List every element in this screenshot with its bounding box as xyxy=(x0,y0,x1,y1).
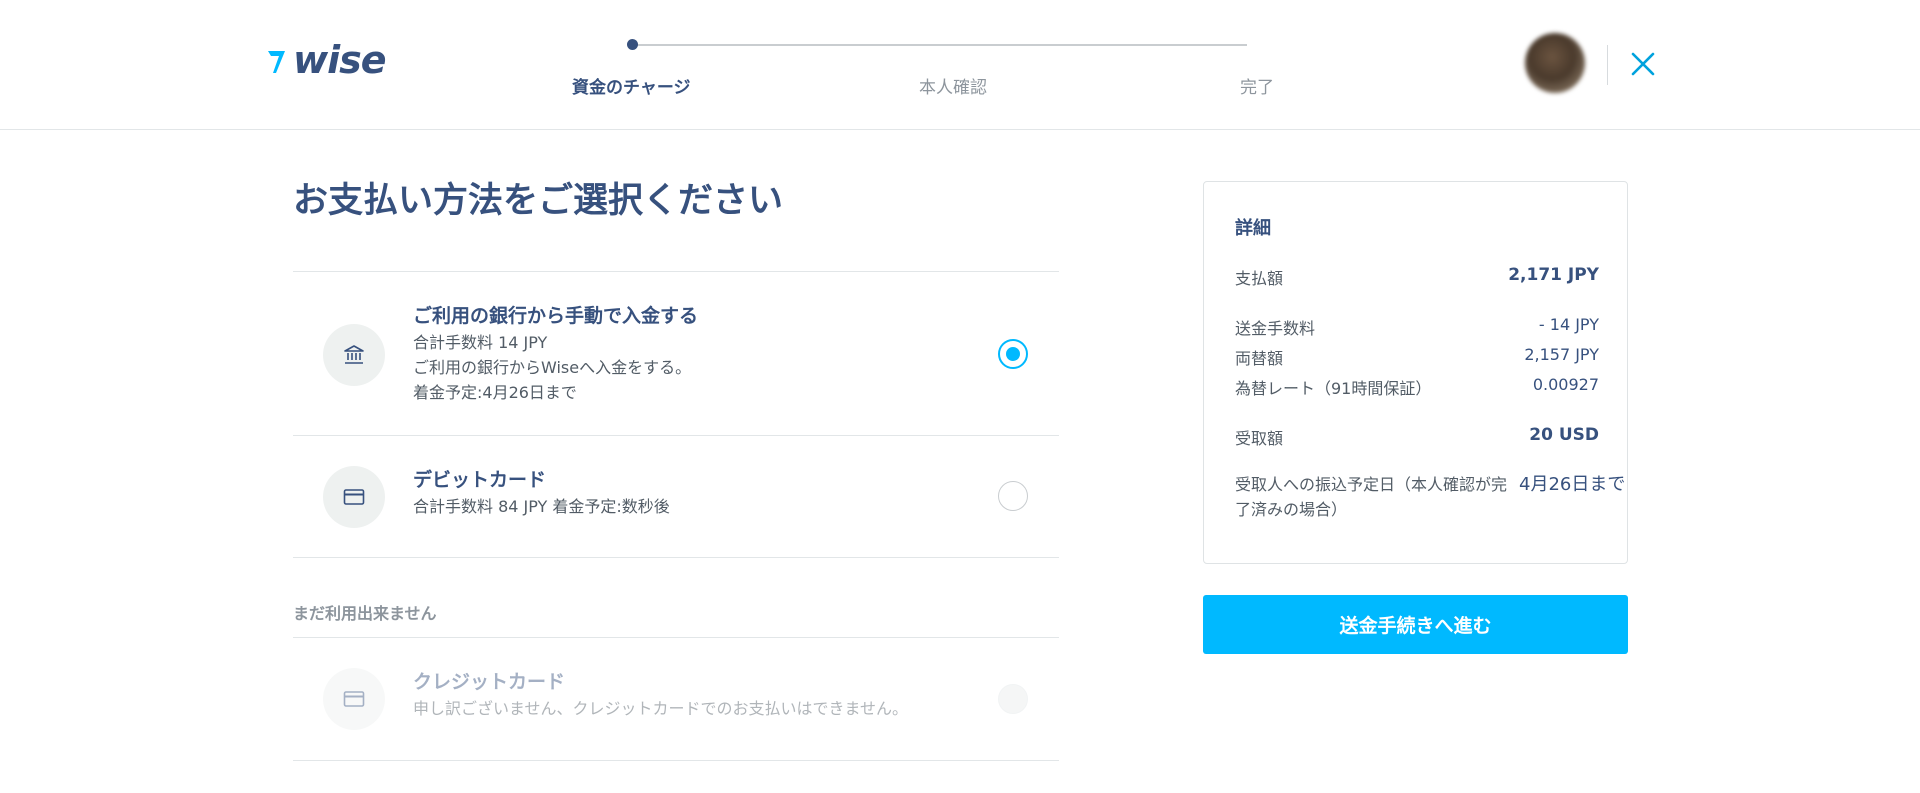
option-text: デビットカード 合計手数料 84 JPY 着金予定:数秒後 xyxy=(413,466,670,519)
converted-value: 2,157 JPY xyxy=(1524,345,1599,364)
stepper-current-dot xyxy=(627,39,638,50)
radio-debit-card[interactable] xyxy=(998,481,1028,511)
logo-text: wise xyxy=(293,38,387,82)
pay-amount-row: 支払額 2,171 JPY xyxy=(1235,265,1599,289)
unavailable-section-label: まだ利用出来ません xyxy=(293,604,437,623)
eta-row: 受取人への振込予定日（本人確認が完了済みの場合） 4月26日まで xyxy=(1235,472,1626,522)
continue-button[interactable]: 送金手続きへ進む xyxy=(1203,595,1628,654)
rate-row: 為替レート（91時間保証） 0.00927 xyxy=(1235,375,1599,399)
payment-option-credit-card: クレジットカード 申し訳ございません、クレジットカードでのお支払いはできません。 xyxy=(293,638,1059,760)
eta-label: 受取人への振込予定日（本人確認が完了済みの場合） xyxy=(1235,475,1508,519)
transfer-summary-card: 詳細 支払額 2,171 JPY 送金手数料 - 14 JPY 両替額 2,15… xyxy=(1203,181,1628,564)
option-eta: 着金予定:4月26日まで xyxy=(413,383,577,402)
divider xyxy=(293,557,1059,558)
option-fee: 合計手数料 14 JPY xyxy=(413,333,548,352)
card-icon xyxy=(323,466,385,528)
step-complete: 完了 xyxy=(1240,78,1274,98)
avatar[interactable] xyxy=(1525,33,1585,93)
payment-option-bank-transfer[interactable]: ご利用の銀行から手動で入金する 合計手数料 14 JPY ご利用の銀行からWis… xyxy=(293,272,1059,435)
receive-label: 受取額 xyxy=(1235,429,1284,448)
radio-credit-card-disabled xyxy=(998,684,1028,714)
option-title: デビットカード xyxy=(413,469,547,491)
card-icon xyxy=(323,668,385,730)
option-fee-eta: 合計手数料 84 JPY 着金予定:数秒後 xyxy=(413,497,670,516)
option-title: クレジットカード xyxy=(413,671,566,693)
wise-logo[interactable]: wise xyxy=(265,38,387,82)
converted-row: 両替額 2,157 JPY xyxy=(1235,345,1599,369)
fee-value: - 14 JPY xyxy=(1538,315,1599,334)
wise-flag-icon xyxy=(268,51,285,73)
rate-label: 為替レート（91時間保証） xyxy=(1235,379,1432,398)
option-description: 申し訳ございません、クレジットカードでのお支払いはできません。 xyxy=(413,699,909,718)
pay-amount-label: 支払額 xyxy=(1235,269,1284,288)
step-verification: 本人確認 xyxy=(919,78,987,98)
payment-option-debit-card[interactable]: デビットカード 合計手数料 84 JPY 着金予定:数秒後 xyxy=(293,436,1059,557)
converted-label: 両替額 xyxy=(1235,349,1284,368)
page-title: お支払い方法をご選択ください xyxy=(293,181,784,221)
option-text: ご利用の銀行から手動で入金する 合計手数料 14 JPY ご利用の銀行からWis… xyxy=(413,302,698,405)
close-icon[interactable] xyxy=(1628,49,1658,79)
radio-bank-transfer[interactable] xyxy=(998,339,1028,369)
option-title: ご利用の銀行から手動で入金する xyxy=(413,305,699,327)
receive-value: 20 USD xyxy=(1529,425,1599,445)
bank-icon xyxy=(323,324,385,386)
rate-value: 0.00927 xyxy=(1532,375,1599,394)
fee-label: 送金手数料 xyxy=(1235,319,1316,338)
option-description: ご利用の銀行からWiseへ入金をする。 xyxy=(413,358,692,377)
eta-value: 4月26日まで xyxy=(1519,474,1626,495)
payment-method-list: ご利用の銀行から手動で入金する 合計手数料 14 JPY ご利用の銀行からWis… xyxy=(293,271,1059,558)
summary-title: 詳細 xyxy=(1235,218,1271,239)
stepper-track xyxy=(632,44,1247,46)
option-text: クレジットカード 申し訳ございません、クレジットカードでのお支払いはできません。 xyxy=(413,668,908,721)
pay-amount-value: 2,171 JPY xyxy=(1508,265,1599,285)
fee-row: 送金手数料 - 14 JPY xyxy=(1235,315,1599,339)
progress-stepper: 資金のチャージ 本人確認 完了 xyxy=(572,38,1277,98)
receive-row: 受取額 20 USD xyxy=(1235,425,1599,449)
top-header: wise 資金のチャージ 本人確認 完了 xyxy=(0,0,1920,130)
divider xyxy=(293,760,1059,761)
step-funding: 資金のチャージ xyxy=(572,78,691,98)
header-divider xyxy=(1607,45,1608,85)
unavailable-method-list: クレジットカード 申し訳ございません、クレジットカードでのお支払いはできません。 xyxy=(293,637,1059,761)
